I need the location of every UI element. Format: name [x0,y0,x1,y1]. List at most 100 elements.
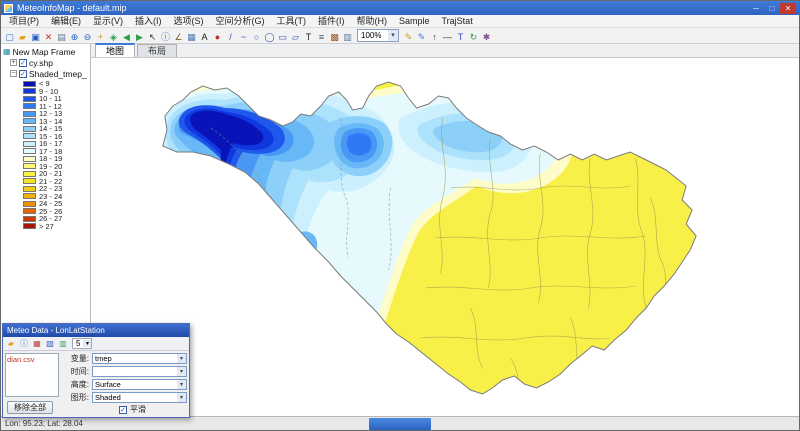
map-frame-icon: ▦ [3,47,11,56]
coordinate-readout: Lon: 95.23; Lat: 28.04 [1,419,83,428]
menu-item[interactable]: 插入(I) [129,15,168,28]
map-canvas[interactable] [91,58,799,418]
dialog-toolbar: ▰ⓘ▦▧▥ 5 ▾ [3,337,189,351]
text-annotation-icon[interactable]: T [454,29,467,43]
legend-item[interactable]: > 27 [3,223,90,231]
zoom-level-value: 100% [358,31,388,40]
measure-icon[interactable]: ∠ [172,29,185,43]
refresh-icon[interactable]: ↻ [467,29,480,43]
chevron-down-icon[interactable]: ▾ [177,367,186,376]
status-bar: Lon: 95.23; Lat: 28.04 [1,416,800,430]
zoom-level-combo[interactable]: 100% ▾ [357,29,399,42]
layer-visibility-checkbox[interactable]: ✓ [19,70,27,78]
save-icon[interactable]: ▣ [29,29,42,43]
field-combo[interactable]: Surface ▾ [92,379,187,390]
time-field: 时间: ▾ [63,366,187,378]
menu-item[interactable]: Sample [393,15,436,28]
draw-rectangle-icon[interactable]: ▭ [276,29,289,43]
new-file-icon[interactable]: ▢ [3,29,16,43]
legend-swatch [23,111,36,117]
dialog-title-bar[interactable]: Meteo Data - LonLatStation [3,324,189,337]
layer-visibility-checkbox[interactable]: ✓ [19,59,27,67]
draw-ellipse-icon[interactable]: ◯ [263,29,276,43]
pan-icon[interactable]: + [94,29,107,43]
title-bar[interactable]: MeteoInfoMap - default.mip ─ □ ✕ [1,1,799,15]
dialog-info-icon[interactable]: ⓘ [18,338,30,350]
dialog-open-icon[interactable]: ▰ [5,338,17,350]
zoom-previous-icon[interactable]: ◀ [120,29,133,43]
dialog-layer-icon[interactable]: ▥ [57,338,69,350]
zoom-out-icon[interactable]: ⊖ [81,29,94,43]
menu-item[interactable]: 显示(V) [87,15,129,28]
remove-all-button[interactable]: 移除全部 [7,401,53,414]
zoom-next-icon[interactable]: ▶ [133,29,146,43]
zoom-in-icon[interactable]: ⊕ [68,29,81,43]
tab-layout[interactable]: 布局 [137,44,177,57]
chevron-down-icon[interactable]: ▾ [177,354,186,363]
layer-legend: < 9 9 - 10 10 - 11 11 - 12 12 - 13 [3,80,90,230]
menu-item[interactable]: 空间分析(G) [210,15,271,28]
maximize-button[interactable]: □ [764,3,780,14]
draw-point-icon[interactable]: ● [211,29,224,43]
close-layer-icon[interactable]: ✕ [42,29,55,43]
menu-item[interactable]: 项目(P) [3,15,45,28]
chevron-down-icon[interactable]: ▾ [177,393,186,402]
menu-item[interactable]: 编辑(E) [45,15,87,28]
legend-swatch [23,216,36,222]
draw-circle-icon[interactable]: ○ [250,29,263,43]
menu-item[interactable]: 插件(I) [312,15,351,28]
vertex-edit-icon[interactable]: ✎ [415,29,428,43]
dialog-settings-icon[interactable]: ▦ [31,338,43,350]
menu-bar: 项目(P)编辑(E)显示(V)插入(I)选项(S)空间分析(G)工具(T)插件(… [1,15,799,28]
menu-item[interactable]: TrajStat [436,15,479,28]
dialog-draw-icon[interactable]: ▧ [44,338,56,350]
field-label: 高度: [63,379,89,390]
taskbar-app-button[interactable] [369,418,431,430]
menu-item[interactable]: 工具(T) [271,15,313,28]
variable-field: 变量: tmep ▾ [63,353,187,365]
scale-bar-icon[interactable]: — [441,29,454,43]
expand-toggle-icon[interactable]: + [10,59,17,66]
tab-map[interactable]: 地图 [95,43,135,57]
menu-item[interactable]: 帮助(H) [351,15,394,28]
close-button[interactable]: ✕ [780,3,796,14]
station-file-item[interactable]: dian.csv [6,354,58,365]
field-combo[interactable]: ▾ [92,366,187,377]
legend-swatch [23,118,36,124]
legend-swatch [23,178,36,184]
settings-icon[interactable]: ✱ [480,29,493,43]
grid-icon[interactable]: ▥ [341,29,354,43]
collapse-toggle-icon[interactable]: − [10,70,17,77]
draw-text-icon[interactable]: T [302,29,315,43]
label-icon[interactable]: A [198,29,211,43]
draw-curve-icon[interactable]: ~ [237,29,250,43]
select-icon[interactable]: ↖ [146,29,159,43]
legend-editor-icon[interactable]: ▩ [328,29,341,43]
field-combo[interactable]: tmep ▾ [92,353,187,364]
attribute-table-icon[interactable]: ▦ [185,29,198,43]
smooth-checkbox[interactable]: ✓ [119,406,127,414]
window-title: MeteoInfoMap - default.mip [17,3,748,13]
draw-line-icon[interactable]: / [224,29,237,43]
map-document: 地图 布局 [91,44,799,418]
legend-swatch [23,208,36,214]
edit-pencil-icon[interactable]: ✎ [402,29,415,43]
contour-count-spinner[interactable]: 5 ▾ [72,338,92,349]
full-extent-icon[interactable]: ◈ [107,29,120,43]
draw-polygon-icon[interactable]: ▱ [289,29,302,43]
identify-icon[interactable]: ⓘ [159,29,172,43]
menu-item[interactable]: 选项(S) [168,15,210,28]
layers-icon[interactable]: ≡ [315,29,328,43]
chevron-down-icon[interactable]: ▾ [83,340,91,347]
chevron-down-icon[interactable]: ▾ [388,30,398,41]
station-file-list[interactable]: dian.csv [5,353,59,397]
open-folder-icon[interactable]: ▰ [16,29,29,43]
north-arrow-icon[interactable]: ↑ [428,29,441,43]
chevron-down-icon[interactable]: ▾ [177,380,186,389]
layer-node-shaded[interactable]: − ✓ Shaded_tmep_ [3,68,90,79]
print-icon[interactable]: ▤ [55,29,68,43]
minimize-button[interactable]: ─ [748,3,764,14]
layer-node-cyshp[interactable]: + ✓ cy.shp [3,57,90,68]
map-frame-node[interactable]: ▦ New Map Frame [3,46,90,57]
field-combo[interactable]: Shaded ▾ [92,392,187,403]
